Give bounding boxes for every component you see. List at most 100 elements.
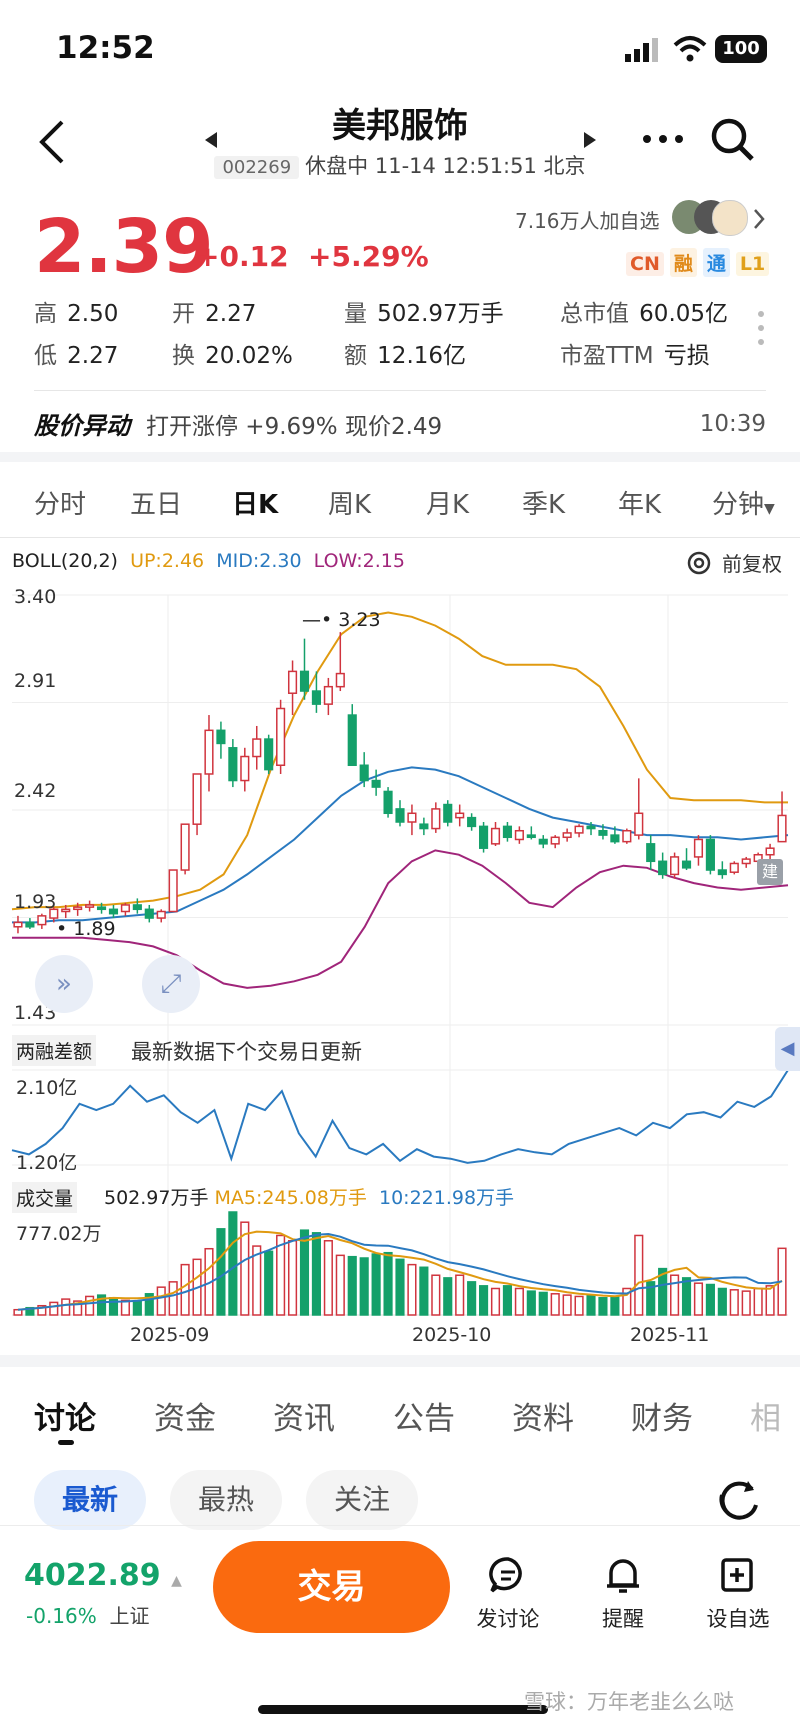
- y-label-3: 2.42: [14, 780, 57, 802]
- x-tick-nov: 2025-11: [630, 1324, 710, 1346]
- candle-body: [335, 672, 345, 688]
- candle-body: [419, 823, 429, 830]
- add-watchlist-icon: [721, 1558, 753, 1592]
- volume-bar: [299, 1229, 310, 1316]
- candle-body: [705, 838, 715, 871]
- candle-body: [287, 670, 298, 694]
- candle-body: [658, 860, 668, 876]
- candle-body: [252, 738, 262, 758]
- fast-forward-icon[interactable]: »: [35, 955, 93, 1013]
- candle-body: [431, 808, 441, 830]
- reminder-button[interactable]: 提醒: [573, 1555, 673, 1633]
- candle-body: [478, 825, 489, 849]
- settings-icon: [687, 551, 711, 574]
- volume-bar: [610, 1295, 620, 1316]
- volume-bar: [681, 1277, 692, 1316]
- volume-bar: [443, 1277, 453, 1316]
- y-label-4: 1.93: [14, 891, 57, 913]
- candle-body: [347, 714, 357, 767]
- volume-bar: [311, 1232, 322, 1316]
- price-alert[interactable]: 股价异动 打开涨停 +9.69% 现价2.49 10:39: [34, 406, 766, 441]
- trade-button[interactable]: 交易: [213, 1541, 450, 1633]
- tab-discussion[interactable]: 讨论: [34, 1393, 96, 1438]
- volume-bar: [729, 1289, 739, 1316]
- candle-body: [276, 707, 286, 767]
- followers-count[interactable]: 7.16万人加自选: [515, 205, 660, 234]
- candle-body: [562, 832, 572, 839]
- candle-body: [216, 729, 226, 745]
- tab-yearly-k[interactable]: 年K: [618, 484, 661, 521]
- volume-bar: [347, 1255, 357, 1316]
- tab-weekly-k[interactable]: 周K: [328, 484, 371, 521]
- fullscreen-icon[interactable]: ⤢: [142, 955, 200, 1013]
- volume-bar: [574, 1295, 584, 1316]
- volume-bar: [108, 1297, 119, 1316]
- more-icon[interactable]: [642, 132, 684, 146]
- volume-bar: [49, 1301, 59, 1316]
- tab-financials[interactable]: 财务: [631, 1393, 693, 1438]
- candle-body: [144, 908, 154, 919]
- stat-amount: 额 12.16亿: [344, 343, 467, 369]
- add-watchlist-button[interactable]: 设自选: [688, 1555, 788, 1633]
- candle-body: [120, 904, 130, 913]
- index-value[interactable]: 4022.89 ▲: [24, 1558, 182, 1593]
- chevron-right-icon[interactable]: [752, 208, 766, 230]
- volume-bar: [120, 1299, 130, 1316]
- candle-body: [526, 834, 536, 839]
- candle-body: [168, 869, 178, 913]
- volume-title: 成交量: [12, 1182, 78, 1213]
- filter-latest[interactable]: 最新: [34, 1470, 146, 1530]
- volume-bar: [61, 1298, 71, 1316]
- expand-stats-icon[interactable]: [756, 310, 766, 346]
- collapse-side-icon[interactable]: ◀: [775, 1027, 800, 1071]
- signal-icon: [625, 38, 658, 62]
- post-discussion-button[interactable]: 发讨论: [458, 1555, 558, 1633]
- tab-quarterly-k[interactable]: 季K: [522, 484, 565, 521]
- volume-bar: [287, 1240, 298, 1316]
- candle-body: [634, 812, 644, 836]
- tab-announcements[interactable]: 公告: [393, 1393, 455, 1438]
- candle-body: [96, 906, 107, 911]
- filter-following[interactable]: 关注: [306, 1470, 418, 1530]
- index-change: -0.16% 上证: [26, 1604, 150, 1628]
- candle-body: [693, 838, 704, 858]
- candle-body: [407, 812, 417, 823]
- chat-icon: [489, 1557, 522, 1593]
- volume-bar: [359, 1257, 369, 1316]
- candle-body: [132, 904, 142, 911]
- section-gap: [0, 1355, 800, 1367]
- volume-bar: [431, 1274, 441, 1316]
- build-badge[interactable]: 建: [757, 859, 783, 885]
- tab-daily-k[interactable]: 日K: [232, 484, 278, 521]
- tab-five-day[interactable]: 五日: [130, 484, 182, 521]
- tab-funds[interactable]: 资金: [154, 1393, 216, 1438]
- price-change: +0.12 +5.29%: [196, 240, 429, 273]
- search-icon[interactable]: [710, 117, 756, 163]
- volume-bar: [395, 1258, 405, 1316]
- market-status: 休盘中 11-14 12:51:51 北京: [305, 154, 586, 178]
- price-change-pct: +5.29%: [308, 240, 429, 273]
- candle-body: [13, 921, 23, 928]
- filter-hot[interactable]: 最热: [170, 1470, 282, 1530]
- candle-body: [777, 814, 787, 843]
- stat-low: 低 2.27: [34, 343, 119, 369]
- tab-profile[interactable]: 资料: [512, 1393, 574, 1438]
- candle-body: [514, 829, 524, 841]
- candle-body: [25, 921, 35, 928]
- follower-avatars[interactable]: [672, 200, 748, 236]
- volume-bar: [526, 1290, 536, 1316]
- adjust-selector[interactable]: 前复权: [686, 548, 782, 577]
- divider: [0, 537, 800, 538]
- refresh-icon[interactable]: [716, 1477, 762, 1523]
- tab-minute[interactable]: 分钟▼: [712, 484, 775, 521]
- volume-bar: [753, 1287, 763, 1316]
- price-change-value: +0.12: [196, 240, 289, 273]
- tab-intraday[interactable]: 分时: [34, 484, 86, 521]
- candle-body: [574, 825, 584, 834]
- tab-related[interactable]: 相: [750, 1393, 781, 1438]
- volume-bar: [693, 1282, 704, 1316]
- tab-news[interactable]: 资讯: [273, 1393, 335, 1438]
- candle-body: [681, 860, 692, 869]
- candle-body: [670, 856, 680, 876]
- tab-monthly-k[interactable]: 月K: [426, 484, 469, 521]
